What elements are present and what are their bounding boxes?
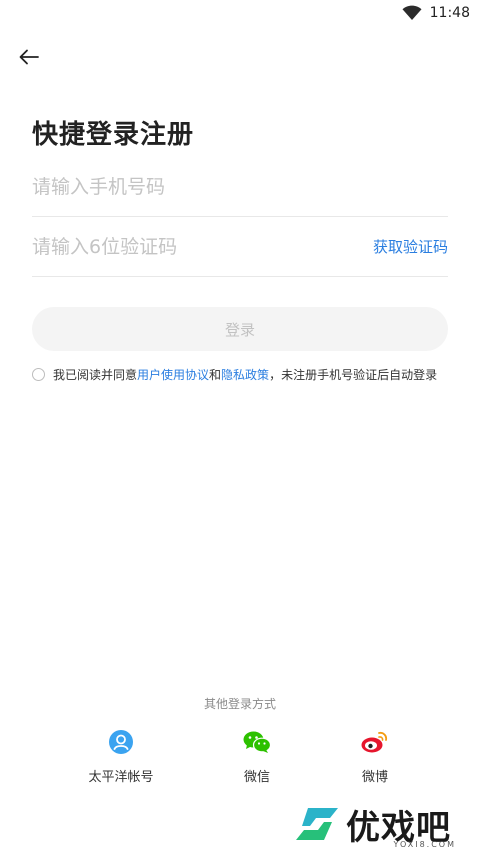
wifi-icon [402, 5, 422, 20]
weibo-label: 微博 [361, 770, 388, 785]
login-button[interactable]: 登录 [32, 307, 448, 351]
wechat-icon [243, 731, 271, 753]
agreement-prefix: 我已阅读并同意 [53, 368, 138, 382]
wechat-login[interactable]: 微信 [197, 728, 317, 785]
arrow-left-icon [19, 49, 39, 65]
user-agreement-link[interactable]: 用户使用协议 [137, 366, 209, 383]
status-time: 11:48 [429, 5, 470, 21]
agreement-and: 和 [209, 368, 222, 382]
get-code-button[interactable]: 获取验证码 [373, 236, 448, 257]
wechat-label: 微信 [243, 770, 270, 785]
watermark-sub: YOXI8.COM [393, 840, 456, 849]
privacy-policy-link[interactable]: 隐私政策 [221, 366, 269, 383]
back-button[interactable] [14, 42, 44, 72]
watermark-logo-icon [296, 808, 338, 840]
other-login-label: 其他登录方式 [203, 697, 276, 711]
weibo-login[interactable]: 微博 [315, 728, 435, 785]
weibo-icon [361, 731, 388, 753]
page-title: 快捷登录注册 [32, 120, 195, 150]
code-input[interactable] [32, 226, 332, 267]
watermark: 优戏吧 YOXI8.COM [294, 799, 474, 849]
pacific-account-label: 太平洋帐号 [88, 770, 154, 785]
status-bar: 11:48 [0, 0, 480, 26]
phone-input[interactable] [32, 166, 332, 207]
agree-checkbox[interactable] [32, 368, 45, 381]
login-page: 11:48 快捷登录注册 获取验证码 登录 我已阅读并同意 用户使用协议 和 隐… [0, 0, 480, 853]
code-field: 获取验证码 [32, 217, 448, 277]
phone-field [32, 157, 448, 217]
user-circle-icon [109, 730, 133, 754]
pacific-account-login[interactable]: 太平洋帐号 [61, 728, 181, 785]
agreement-row: 我已阅读并同意 用户使用协议 和 隐私政策 ，未注册手机号验证后自动登录 [32, 366, 452, 383]
agreement-suffix: ，未注册手机号验证后自动登录 [269, 368, 438, 382]
